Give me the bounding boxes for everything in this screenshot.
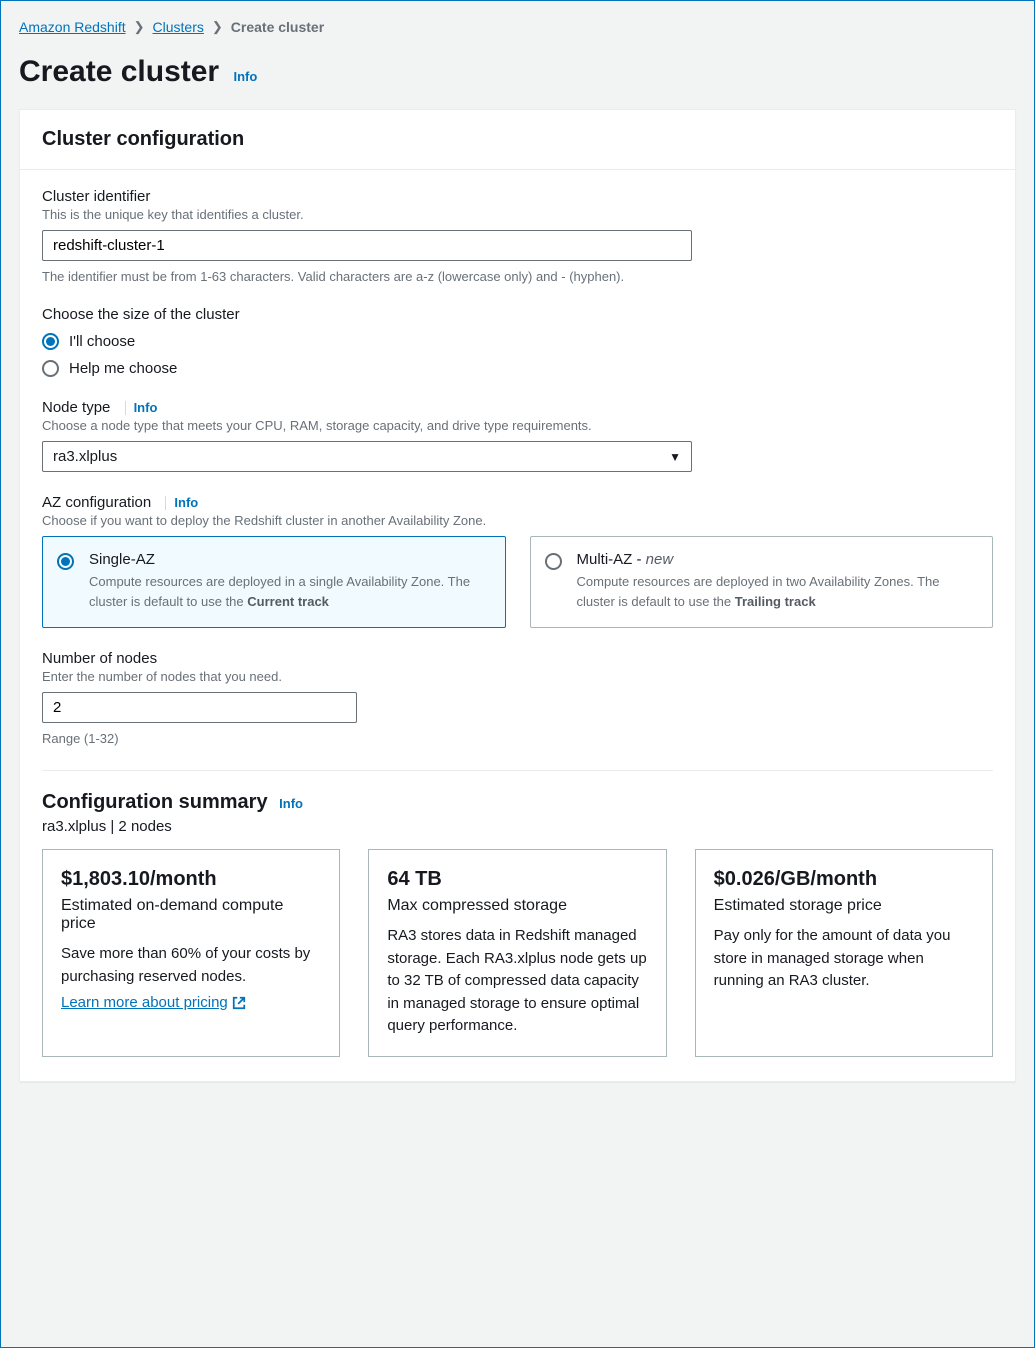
card-text: Pay only for the amount of data you stor…	[714, 925, 974, 993]
size-option-label: Help me choose	[69, 360, 177, 377]
summary-card-storage: 64 TB Max compressed storage RA3 stores …	[368, 849, 666, 1057]
summary-cards: $1,803.10/month Estimated on-demand comp…	[42, 849, 993, 1057]
card-text: Save more than 60% of your costs by purc…	[61, 943, 321, 988]
az-tiles: Single-AZ Compute resources are deployed…	[42, 536, 993, 628]
breadcrumb-current: Create cluster	[231, 19, 324, 35]
az-hint: Choose if you want to deploy the Redshif…	[42, 513, 993, 528]
nodes-constraint: Range (1-32)	[42, 731, 993, 746]
az-tile-multi[interactable]: Multi-AZ - new Compute resources are dep…	[530, 536, 994, 628]
card-text: RA3 stores data in Redshift managed stor…	[387, 925, 647, 1038]
node-type-label: Node type Info	[42, 399, 993, 416]
node-type-group: Node type Info Choose a node type that m…	[42, 399, 993, 472]
panel-title: Cluster configuration	[42, 128, 993, 151]
breadcrumb: Amazon Redshift ❯ Clusters ❯ Create clus…	[19, 19, 1016, 35]
card-value: $0.026/GB/month	[714, 868, 974, 891]
node-type-select[interactable]: ra3.xlplus ▼	[42, 441, 692, 472]
breadcrumb-parent[interactable]: Clusters	[153, 19, 204, 35]
configuration-summary: Configuration summary Info ra3.xlplus | …	[42, 791, 993, 1057]
new-tag: new	[646, 551, 674, 568]
cluster-identifier-label: Cluster identifier	[42, 188, 993, 205]
radio-icon	[57, 553, 74, 570]
learn-more-pricing-link[interactable]: Learn more about pricing	[61, 994, 246, 1011]
cluster-identifier-hint: This is the unique key that identifies a…	[42, 207, 993, 222]
chevron-right-icon: ❯	[212, 19, 223, 35]
summary-subtitle: ra3.xlplus | 2 nodes	[42, 818, 993, 835]
size-option-label: I'll choose	[69, 333, 135, 350]
size-option-help-me-choose[interactable]: Help me choose	[42, 360, 993, 377]
summary-title: Configuration summary Info	[42, 791, 993, 814]
separator	[165, 496, 166, 510]
info-link[interactable]: Info	[134, 400, 158, 415]
node-type-hint: Choose a node type that meets your CPU, …	[42, 418, 993, 433]
card-subtitle: Estimated storage price	[714, 897, 974, 915]
card-subtitle: Max compressed storage	[387, 897, 647, 915]
caret-down-icon: ▼	[669, 450, 681, 464]
info-link[interactable]: Info	[174, 495, 198, 510]
chevron-right-icon: ❯	[134, 19, 145, 35]
link-text: Learn more about pricing	[61, 994, 228, 1011]
cluster-size-label: Choose the size of the cluster	[42, 306, 993, 323]
card-value: $1,803.10/month	[61, 868, 321, 891]
radio-icon	[42, 333, 59, 350]
info-link[interactable]: Info	[279, 796, 303, 811]
info-link[interactable]: Info	[233, 69, 257, 84]
card-subtitle: Estimated on-demand compute price	[61, 897, 321, 933]
node-type-label-text: Node type	[42, 399, 110, 416]
breadcrumb-root[interactable]: Amazon Redshift	[19, 19, 126, 35]
nodes-hint: Enter the number of nodes that you need.	[42, 669, 993, 684]
node-type-value: ra3.xlplus	[53, 448, 117, 465]
az-label-text: AZ configuration	[42, 494, 151, 511]
summary-title-text: Configuration summary	[42, 791, 268, 813]
cluster-identifier-group: Cluster identifier This is the unique ke…	[42, 188, 993, 284]
panel-body: Cluster identifier This is the unique ke…	[20, 170, 1015, 1081]
az-label: AZ configuration Info	[42, 494, 993, 511]
summary-card-storage-price: $0.026/GB/month Estimated storage price …	[695, 849, 993, 1057]
page-title: Create cluster Info	[19, 55, 1016, 89]
az-tile-title: Single-AZ	[89, 551, 489, 568]
summary-card-compute-price: $1,803.10/month Estimated on-demand comp…	[42, 849, 340, 1057]
separator	[125, 401, 126, 415]
cluster-identifier-constraint: The identifier must be from 1-63 charact…	[42, 269, 993, 284]
cluster-configuration-panel: Cluster configuration Cluster identifier…	[19, 109, 1016, 1082]
radio-icon	[42, 360, 59, 377]
az-tile-single[interactable]: Single-AZ Compute resources are deployed…	[42, 536, 506, 628]
size-option-ill-choose[interactable]: I'll choose	[42, 333, 993, 350]
radio-icon	[545, 553, 562, 570]
nodes-label: Number of nodes	[42, 650, 993, 667]
card-value: 64 TB	[387, 868, 647, 891]
cluster-size-group: Choose the size of the cluster I'll choo…	[42, 306, 993, 377]
number-of-nodes-input[interactable]	[42, 692, 357, 723]
az-tile-desc: Compute resources are deployed in two Av…	[577, 572, 977, 611]
external-link-icon	[232, 996, 246, 1010]
az-configuration-group: AZ configuration Info Choose if you want…	[42, 494, 993, 628]
page-title-text: Create cluster	[19, 55, 219, 88]
number-of-nodes-group: Number of nodes Enter the number of node…	[42, 650, 993, 746]
az-tile-title: Multi-AZ - new	[577, 551, 977, 568]
panel-header: Cluster configuration	[20, 110, 1015, 170]
cluster-identifier-input[interactable]	[42, 230, 692, 261]
divider	[42, 770, 993, 771]
az-tile-desc: Compute resources are deployed in a sing…	[89, 572, 489, 611]
